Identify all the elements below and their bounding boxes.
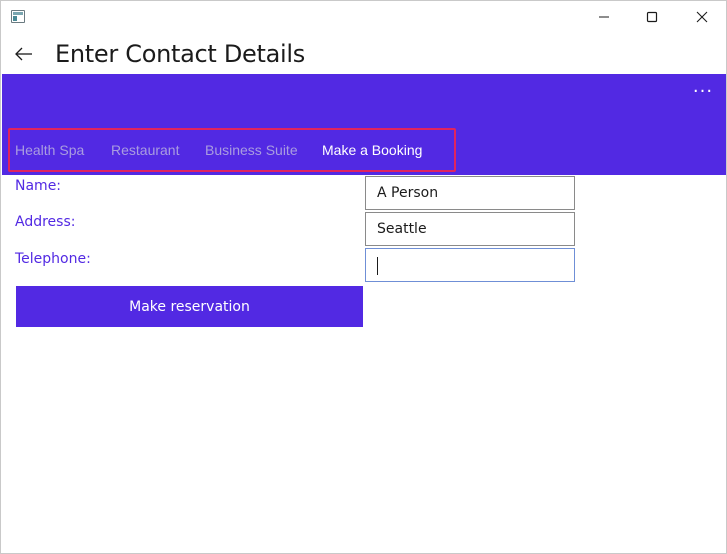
page-title: Enter Contact Details	[55, 40, 305, 68]
minimize-button[interactable]	[581, 1, 627, 33]
title-bar[interactable]	[1, 1, 726, 33]
back-button[interactable]	[9, 39, 39, 69]
tab-make-a-booking[interactable]: Make a Booking	[322, 142, 422, 158]
name-label: Name:	[15, 178, 62, 194]
maximize-icon	[646, 11, 658, 23]
name-field-value: A Person	[377, 185, 439, 201]
tab-restaurant[interactable]: Restaurant	[111, 142, 179, 158]
maximize-button[interactable]	[629, 1, 675, 33]
close-icon	[696, 11, 708, 23]
more-options-button[interactable]: ···	[690, 83, 716, 106]
address-field-value: Seattle	[377, 221, 427, 237]
close-button[interactable]	[679, 1, 725, 33]
text-caret	[377, 257, 378, 275]
tab-business-suite[interactable]: Business Suite	[205, 142, 298, 158]
name-field[interactable]: A Person	[365, 176, 575, 210]
address-label: Address:	[15, 214, 76, 230]
minimize-icon	[599, 16, 609, 18]
address-field[interactable]: Seattle	[365, 212, 575, 246]
make-reservation-button[interactable]: Make reservation	[16, 286, 363, 327]
app-window: Enter Contact Details ··· Health Spa Res…	[0, 0, 727, 554]
telephone-field[interactable]	[365, 248, 575, 282]
back-arrow-icon	[15, 47, 32, 61]
app-window-icon	[11, 10, 25, 23]
tab-health-spa[interactable]: Health Spa	[15, 142, 84, 158]
telephone-label: Telephone:	[15, 251, 91, 267]
